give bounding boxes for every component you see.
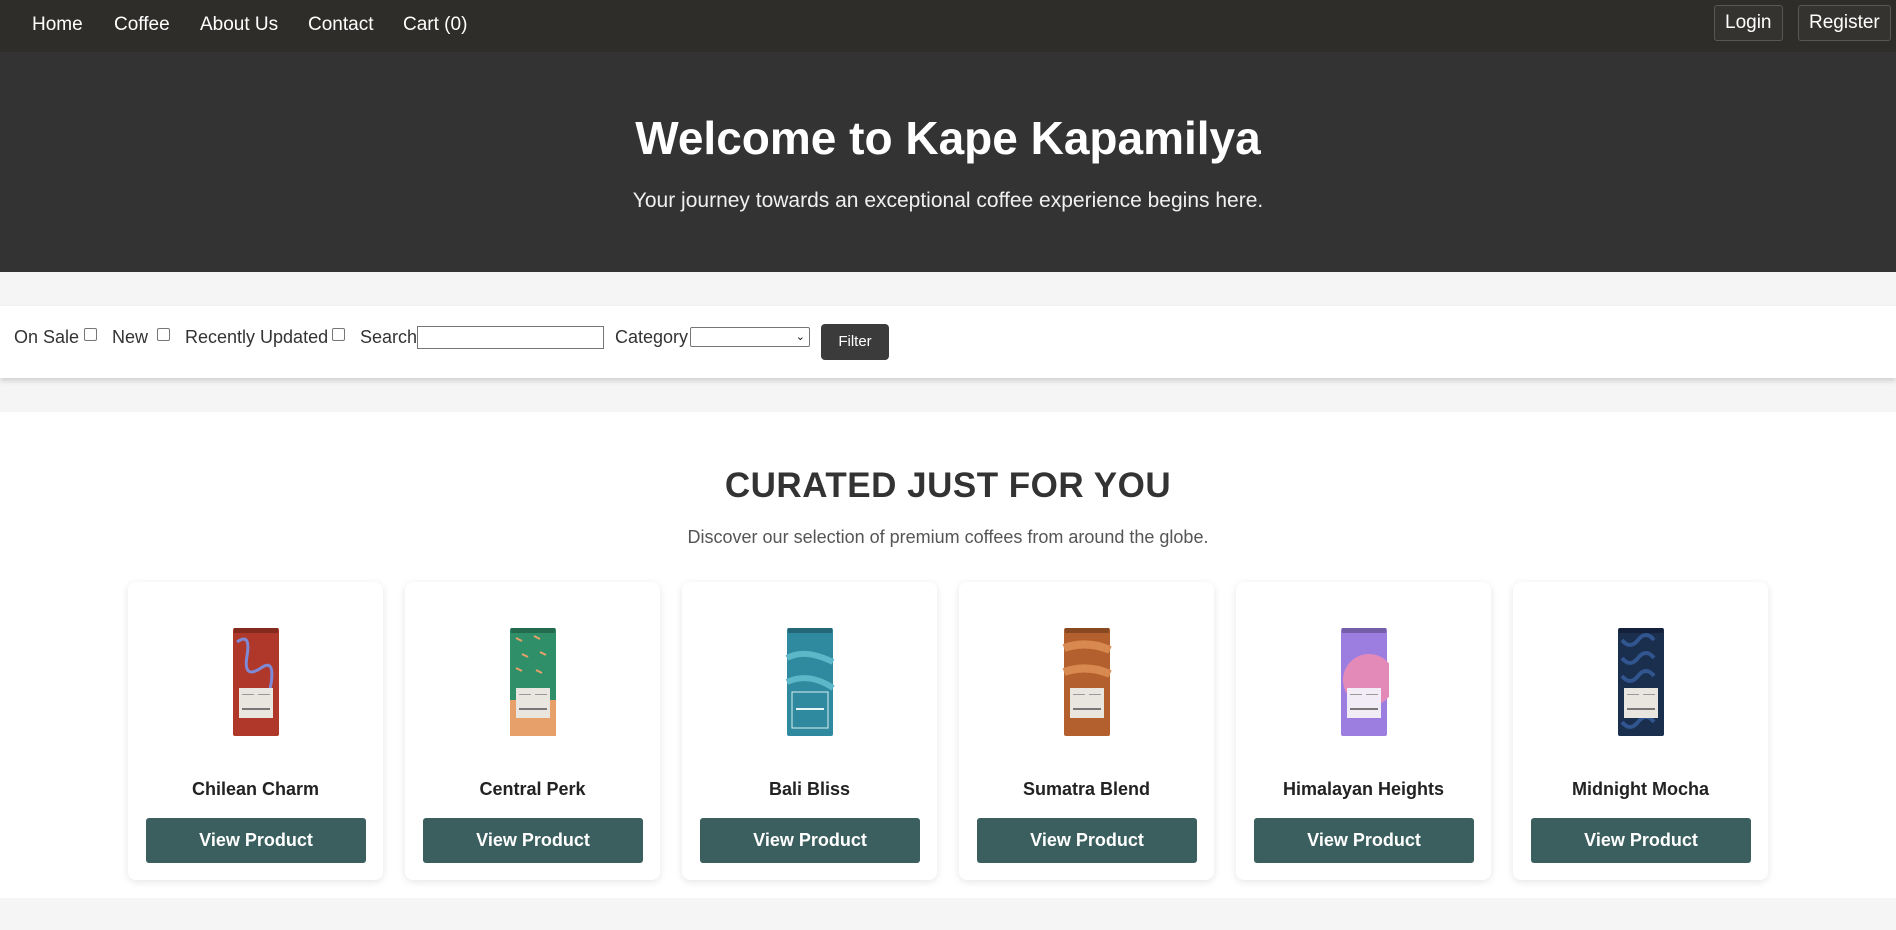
nav-about-link[interactable]: About Us <box>200 14 278 36</box>
view-product-button[interactable]: View Product <box>700 818 920 863</box>
search-input[interactable] <box>417 326 604 349</box>
coffee-bag-image <box>1618 628 1664 736</box>
coffee-bag-image <box>233 628 279 736</box>
coffee-bag-image <box>1062 628 1112 736</box>
section-title: CURATED JUST FOR YOU <box>724 466 1172 505</box>
top-nav: Home Coffee About Us Contact Cart (0) Lo… <box>0 0 1896 52</box>
recently-updated-label: Recently Updated <box>185 327 329 347</box>
register-button[interactable]: Register <box>1798 5 1891 41</box>
nav-home-link[interactable]: Home <box>32 14 83 36</box>
nav-contact-link[interactable]: Contact <box>308 14 373 36</box>
nav-cart-link[interactable]: Cart (0) <box>403 14 467 36</box>
category-label: Category <box>615 327 689 347</box>
hero-title: Welcome to Kape Kapamilya <box>635 112 1261 164</box>
coffee-bag-image <box>785 628 835 736</box>
hero-subtitle: Your journey towards an exceptional coff… <box>632 189 1264 212</box>
search-label: Search <box>360 327 418 347</box>
product-card: Midnight Mocha View Product <box>1513 582 1768 880</box>
product-card: Himalayan Heights View Product <box>1236 582 1491 880</box>
on-sale-checkbox[interactable] <box>84 328 97 341</box>
category-select[interactable]: ⌄ <box>690 327 810 347</box>
on-sale-label: On Sale <box>14 327 80 347</box>
product-name: Himalayan Heights <box>1282 779 1445 799</box>
view-product-button[interactable]: View Product <box>423 818 643 863</box>
new-label: New <box>112 327 149 347</box>
filter-bar: On Sale New Recently Updated Search Cate… <box>0 306 1896 378</box>
coffee-bag-image <box>510 628 556 736</box>
view-product-button[interactable]: View Product <box>1254 818 1474 863</box>
new-checkbox[interactable] <box>157 328 170 341</box>
view-product-button[interactable]: View Product <box>1531 818 1751 863</box>
product-name: Sumatra Blend <box>1022 779 1151 799</box>
product-name: Midnight Mocha <box>1572 779 1709 799</box>
coffee-bag-image <box>1341 628 1389 736</box>
view-product-button[interactable]: View Product <box>977 818 1197 863</box>
section-subtitle: Discover our selection of premium coffee… <box>687 527 1209 547</box>
hero-banner: Welcome to Kape Kapamilya Your journey t… <box>0 52 1896 272</box>
product-name: Chilean Charm <box>191 779 320 799</box>
view-product-button[interactable]: View Product <box>146 818 366 863</box>
curated-section: CURATED JUST FOR YOU Discover our select… <box>0 412 1896 898</box>
product-card: Sumatra Blend View Product <box>959 582 1214 880</box>
chevron-down-icon: ⌄ <box>795 331 805 343</box>
product-card: Central Perk View Product <box>405 582 660 880</box>
filter-button[interactable]: Filter <box>821 324 889 360</box>
recently-updated-checkbox[interactable] <box>332 328 345 341</box>
product-card: Bali Bliss View Product <box>682 582 937 880</box>
product-name: Bali Bliss <box>768 779 851 799</box>
product-card: Chilean Charm View Product <box>128 582 383 880</box>
product-name: Central Perk <box>479 779 586 799</box>
login-button[interactable]: Login <box>1714 5 1783 41</box>
nav-coffee-link[interactable]: Coffee <box>114 14 170 36</box>
